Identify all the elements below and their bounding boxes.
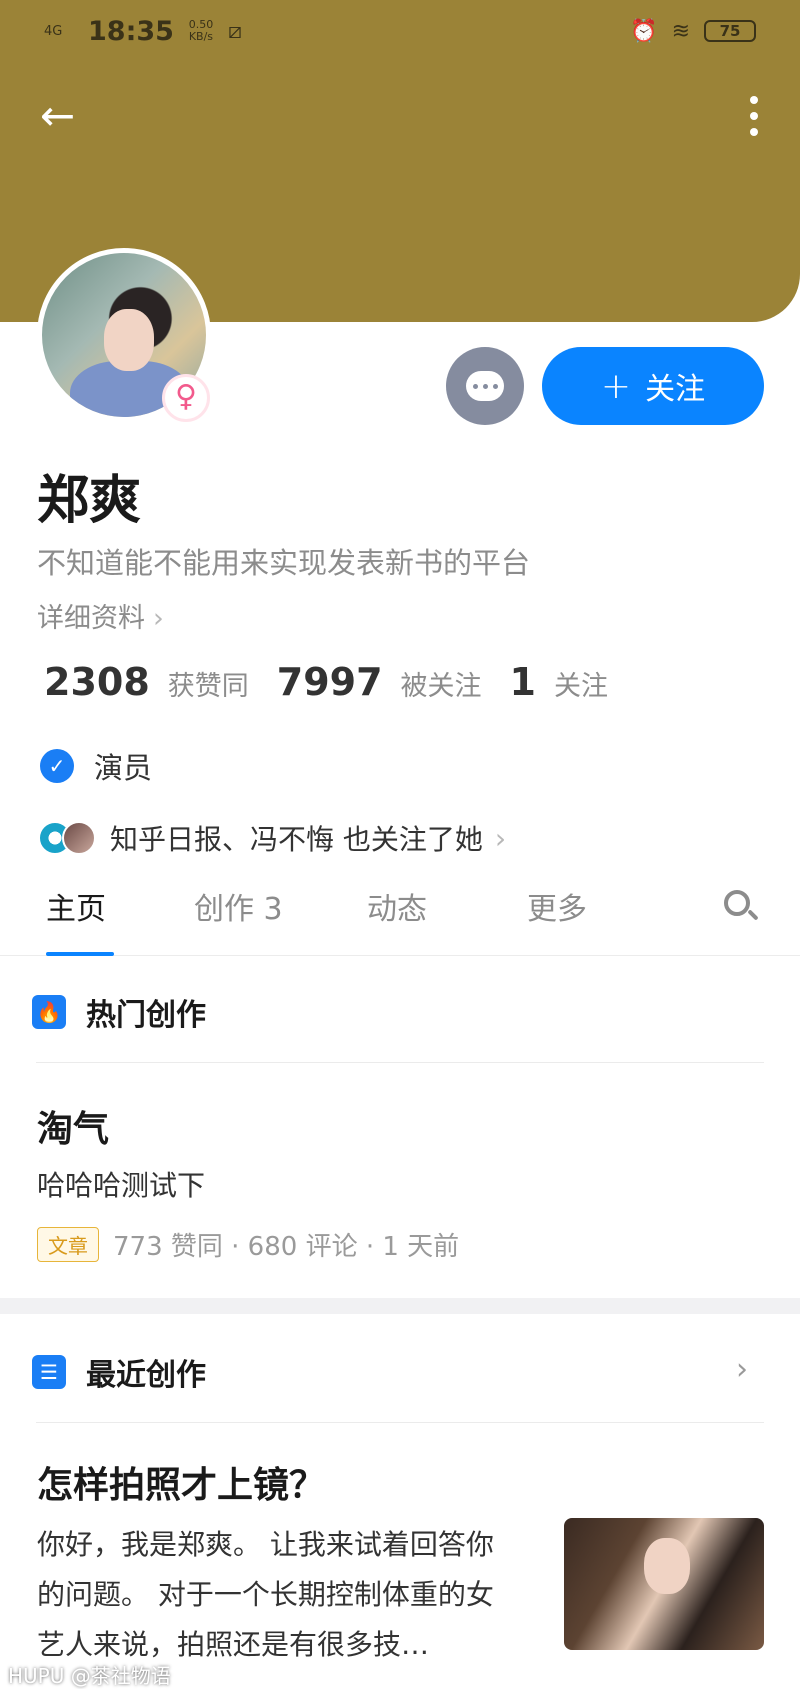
detail-link-label: 详细资料 [37,603,145,634]
chat-bubble-icon [466,371,504,401]
chevron-right-icon[interactable]: › [736,1352,748,1387]
follow-button[interactable]: + 关注 [542,347,764,425]
chevron-right-icon: › [153,603,164,634]
profile-stats: 2308 获赞同 7997 被关注 1 关注 [44,660,636,704]
profile-tabs: 主页 创作 3 动态 更多 [0,870,800,956]
tab-activity[interactable]: 动态 [367,884,427,928]
stat-followers-label[interactable]: 被关注 [401,664,482,703]
profile-bio: 不知道能不能用来实现发表新书的平台 [37,546,531,580]
back-arrow-icon[interactable]: ← [40,95,84,140]
battery-indicator: 75 [704,20,756,42]
search-icon[interactable] [722,888,759,924]
hot-section-header: 🔥 热门创作 [32,990,206,1034]
recent-item-thumbnail[interactable] [564,1518,764,1650]
stat-following-count[interactable]: 1 [510,660,536,704]
verified-row: ✓ 演员 [40,745,152,787]
screenshot-icon: ⧄ [227,18,242,44]
plus-icon: + [600,365,632,407]
watermark: HUPU @茶社物语 [8,1664,171,1688]
more-options-icon[interactable] [744,96,764,136]
status-bar: 4G 18:35 0.50 KB/s ⧄ ⏰ ≋ 75 [44,14,756,48]
mutual-followers[interactable]: 知乎日报、冯不悔 也关注了她 › [38,818,506,858]
flame-icon: 🔥 [32,995,66,1029]
article-tag: 文章 [37,1227,99,1262]
tab-more[interactable]: 更多 [527,884,587,928]
divider [36,1062,764,1063]
mutual-avatar [62,821,96,855]
female-gender-icon: ♀ [162,374,210,422]
stat-followers-count[interactable]: 7997 [277,660,383,704]
verified-label: 演员 [94,751,153,785]
detail-link[interactable]: 详细资料 › [37,596,164,635]
document-icon: ☰ [32,1355,66,1389]
stat-likes-count[interactable]: 2308 [44,660,150,704]
alarm-icon: ⏰ [630,18,658,44]
message-button[interactable] [446,347,524,425]
verified-check-icon: ✓ [40,749,74,783]
tab-creations[interactable]: 创作 3 [194,884,283,928]
stat-following-label[interactable]: 关注 [554,664,608,703]
tab-home[interactable]: 主页 [46,884,106,928]
wifi-icon: ≋ [671,18,690,44]
section-separator [0,1298,800,1314]
net-speed: 0.50 KB/s [188,18,214,43]
recent-item-excerpt[interactable]: 你好，我是郑爽。 让我来试着回答你的问题。 对于一个长期控制体重的女艺人来说，拍… [37,1520,517,1670]
hot-item-meta: 文章 773 赞同 · 680 评论 · 1 天前 [37,1226,459,1263]
stat-likes-label[interactable]: 获赞同 [168,664,249,703]
recent-section-title: 最近创作 [86,1358,206,1393]
status-time: 18:35 [88,15,174,47]
profile-name: 郑爽 [37,471,142,531]
hot-item-title[interactable]: 淘气 [37,1100,109,1152]
active-tab-indicator [46,952,114,956]
hot-item-excerpt[interactable]: 哈哈哈测试下 [37,1164,205,1204]
follow-label: 关注 [645,372,706,407]
signal-indicator: 4G [44,23,63,39]
mutual-text: 知乎日报、冯不悔 也关注了她 [110,823,483,856]
hot-section-title: 热门创作 [86,998,206,1033]
recent-item-title[interactable]: 怎样拍照才上镜？ [37,1456,325,1508]
divider [36,1422,764,1423]
chevron-right-icon: › [494,821,507,855]
recent-section-header[interactable]: ☰ 最近创作 [32,1350,206,1394]
hot-item-stats: 773 赞同 · 680 评论 · 1 天前 [113,1232,460,1262]
